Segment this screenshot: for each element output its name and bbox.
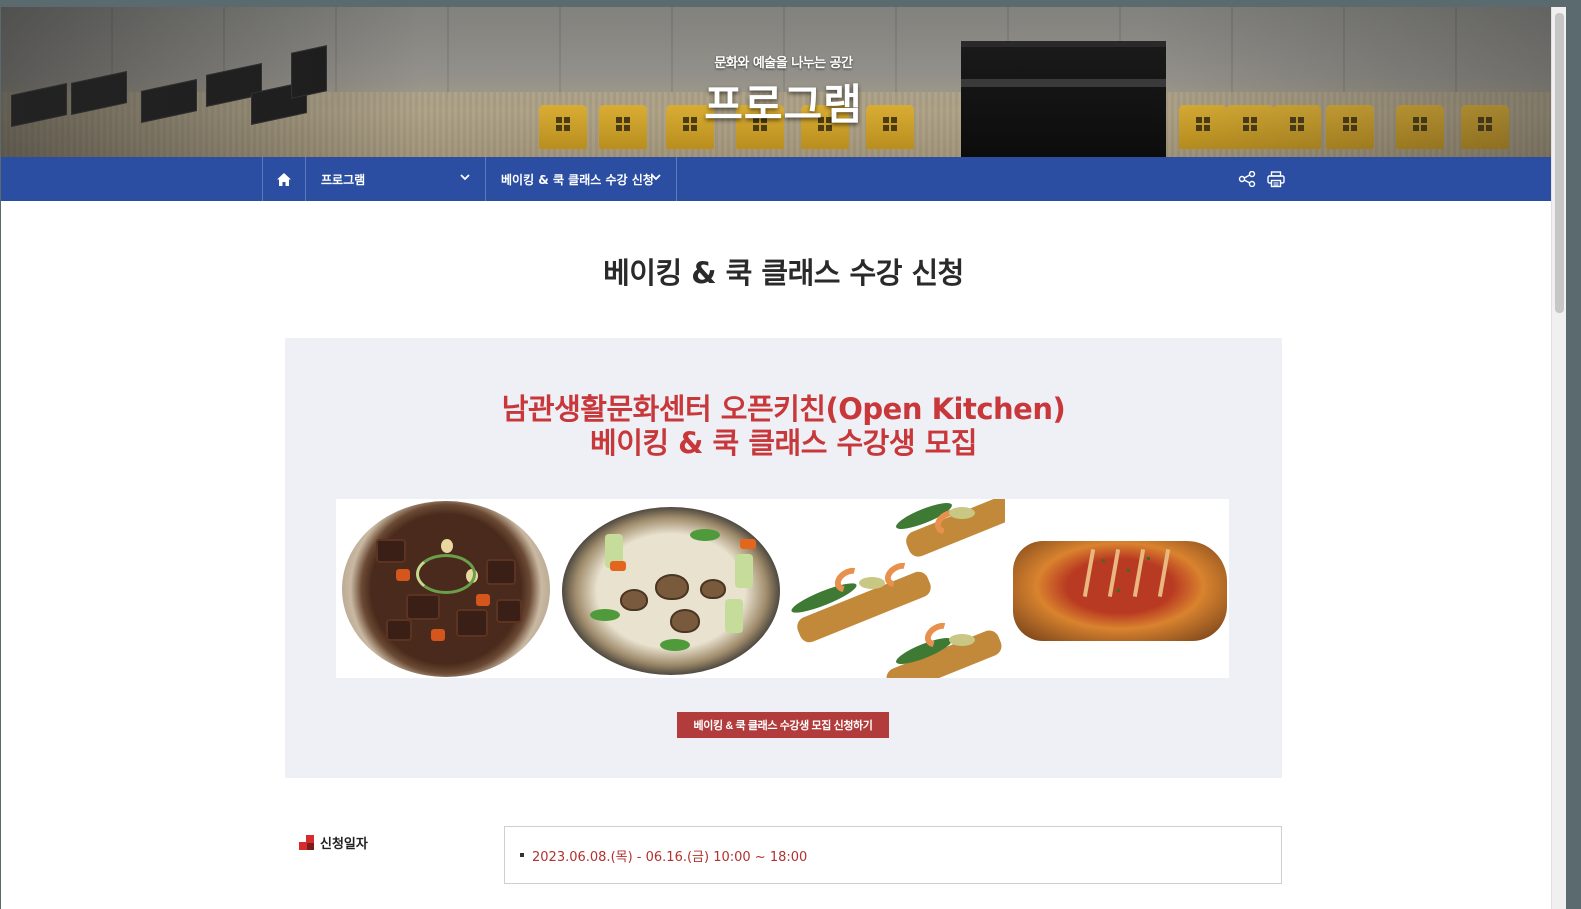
chevron-down-icon <box>460 174 470 181</box>
info-value-box: 2023.06.08.(목) - 06.16.(금) 10:00 ~ 18:00 <box>504 826 1282 884</box>
scrollbar-thumb[interactable] <box>1555 13 1564 313</box>
nav-dropdown-class-apply[interactable]: 베이킹 & 쿡 클래스 수강 신청 <box>486 157 677 201</box>
food-photo-shrimp-canape <box>783 499 1006 678</box>
apply-button[interactable]: 베이킹 & 쿡 클래스 수강생 모집 신청하기 <box>677 712 889 738</box>
square-bullet-icon <box>299 835 314 850</box>
chevron-down-icon <box>651 174 661 181</box>
bullet-icon <box>520 853 524 857</box>
food-photo-strip <box>336 499 1229 678</box>
browser-viewport: 문화와 예술을 나누는 공간 프로그램 프로그램 베이킹 & 쿡 클래스 수강 … <box>1 7 1566 909</box>
nav-dropdown-label: 프로그램 <box>321 172 366 187</box>
promo-banner: 남관생활문화센터 오픈키친(Open Kitchen) 베이킹 & 쿡 클래스 … <box>285 338 1282 778</box>
vertical-scrollbar[interactable] <box>1551 7 1566 909</box>
location-navbar: 프로그램 베이킹 & 쿡 클래스 수강 신청 <box>1 157 1566 201</box>
hero-subtitle: 문화와 예술을 나누는 공간 <box>714 56 853 71</box>
food-photo-braised-ribs <box>336 499 558 678</box>
nav-dropdown-program[interactable]: 프로그램 <box>306 157 486 201</box>
home-button[interactable] <box>262 157 306 201</box>
share-icon <box>1238 171 1256 187</box>
nav-dropdown-label: 베이킹 & 쿡 클래스 수강 신청 <box>501 172 654 187</box>
hero-banner: 문화와 예술을 나누는 공간 프로그램 <box>1 7 1566 157</box>
print-button[interactable] <box>1266 169 1286 189</box>
print-icon <box>1267 170 1285 187</box>
hero-title: 프로그램 <box>704 80 863 129</box>
food-photo-mushroom-hotpot <box>559 499 782 678</box>
food-photo-pizza-toast <box>1007 499 1229 678</box>
info-label-text: 신청일자 <box>320 837 368 852</box>
banner-headline: 남관생활문화센터 오픈키친(Open Kitchen) <box>501 392 1066 426</box>
share-button[interactable] <box>1237 169 1257 189</box>
page-title: 베이킹 & 쿡 클래스 수강 신청 <box>603 256 964 290</box>
apply-date-value: 2023.06.08.(목) - 06.16.(금) 10:00 ~ 18:00 <box>532 849 808 865</box>
home-icon <box>277 172 291 186</box>
banner-subheadline: 베이킹 & 쿡 클래스 수강생 모집 <box>590 426 977 460</box>
info-label-apply-date: 신청일자 <box>299 833 368 852</box>
